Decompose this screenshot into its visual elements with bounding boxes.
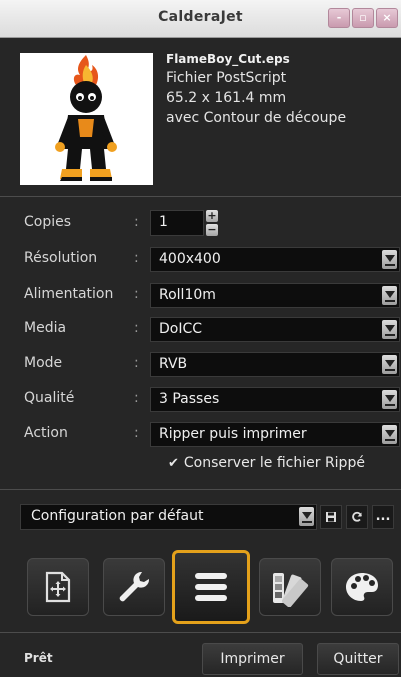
print-button[interactable]: Imprimer xyxy=(202,643,303,675)
dropdown-arrow-icon xyxy=(382,425,397,444)
media-value: DoICC xyxy=(159,321,203,337)
file-name: FlameBoy_Cut.eps xyxy=(166,52,290,66)
dropdown-arrow-icon xyxy=(382,286,397,305)
wrench-icon xyxy=(119,571,150,602)
caldera-window: CalderaJet - ▫ × FlameBoy_Cut.eps Fichie… xyxy=(0,0,401,677)
queue-list-button[interactable] xyxy=(172,550,250,624)
configuration-value: Configuration par défaut xyxy=(31,508,204,524)
resolution-select[interactable]: 400x400 xyxy=(150,247,400,272)
action-select[interactable]: Ripper puis imprimer xyxy=(150,422,400,447)
dropdown-arrow-icon xyxy=(382,320,397,339)
quality-select[interactable]: 3 Passes xyxy=(150,387,400,412)
minimize-button[interactable]: - xyxy=(328,8,350,28)
status-text: Prêt xyxy=(24,651,53,665)
keep-ripped-label: Conserver le fichier Rippé xyxy=(183,455,365,471)
resolution-label: Résolution xyxy=(24,250,98,266)
copies-label: Copies xyxy=(24,214,72,230)
dropdown-arrow-icon xyxy=(382,390,397,409)
add-file-icon xyxy=(45,571,71,603)
feed-select[interactable]: Roll10m xyxy=(150,283,400,308)
reload-config-button[interactable] xyxy=(346,505,368,529)
quality-label: Qualité xyxy=(24,390,75,406)
dropdown-arrow-icon xyxy=(382,250,397,269)
copies-increment-button[interactable]: + xyxy=(206,210,218,222)
add-file-button[interactable] xyxy=(27,558,89,616)
colon: : xyxy=(134,250,139,266)
close-button[interactable]: × xyxy=(376,8,398,28)
feed-value: Roll10m xyxy=(159,287,216,303)
maximize-button[interactable]: ▫ xyxy=(352,8,374,28)
list-icon xyxy=(195,573,227,601)
file-size: 65.2 x 161.4 mm xyxy=(166,90,287,106)
keep-ripped-checkbox[interactable]: ✔ Conserver le fichier Rippé xyxy=(168,455,365,471)
colon: : xyxy=(134,355,139,371)
swatches-icon xyxy=(273,573,309,607)
quit-button[interactable]: Quitter xyxy=(317,643,399,675)
feed-label: Alimentation xyxy=(24,286,114,302)
color-swatches-button[interactable] xyxy=(259,558,321,616)
checkmark-icon: ✔ xyxy=(168,456,179,471)
colon: : xyxy=(134,286,139,302)
file-info: FlameBoy_Cut.eps Fichier PostScript 65.2… xyxy=(166,52,396,128)
divider xyxy=(0,632,401,633)
mode-select[interactable]: RVB xyxy=(150,352,400,377)
action-label: Action xyxy=(24,425,68,441)
dropdown-arrow-icon xyxy=(299,507,314,526)
colon: : xyxy=(134,390,139,406)
title-bar: CalderaJet - ▫ × xyxy=(0,0,401,38)
file-type: Fichier PostScript xyxy=(166,70,287,86)
copies-input[interactable]: 1 xyxy=(150,210,204,236)
more-config-button[interactable]: ... xyxy=(372,505,394,529)
mode-value: RVB xyxy=(159,356,188,372)
divider xyxy=(0,196,401,197)
settings-button[interactable] xyxy=(103,558,165,616)
resolution-value: 400x400 xyxy=(159,251,221,267)
copies-value: 1 xyxy=(159,214,168,230)
save-config-button[interactable] xyxy=(320,505,342,529)
action-value: Ripper puis imprimer xyxy=(159,426,307,442)
file-note: avec Contour de découpe xyxy=(166,110,347,126)
dropdown-arrow-icon xyxy=(382,355,397,374)
refresh-icon xyxy=(352,511,362,522)
configuration-select[interactable]: Configuration par défaut xyxy=(20,504,317,530)
quality-value: 3 Passes xyxy=(159,391,220,407)
file-thumbnail xyxy=(20,53,153,185)
colon: : xyxy=(134,214,139,230)
colon: : xyxy=(134,320,139,336)
colon: : xyxy=(134,425,139,441)
palette-icon xyxy=(346,573,378,601)
divider xyxy=(0,489,401,490)
media-label: Media xyxy=(24,320,67,336)
flameboy-image xyxy=(55,55,117,181)
mode-label: Mode xyxy=(24,355,63,371)
copies-decrement-button[interactable]: − xyxy=(206,224,218,236)
palette-button[interactable] xyxy=(331,558,393,616)
media-select[interactable]: DoICC xyxy=(150,317,400,342)
save-icon xyxy=(326,512,336,522)
